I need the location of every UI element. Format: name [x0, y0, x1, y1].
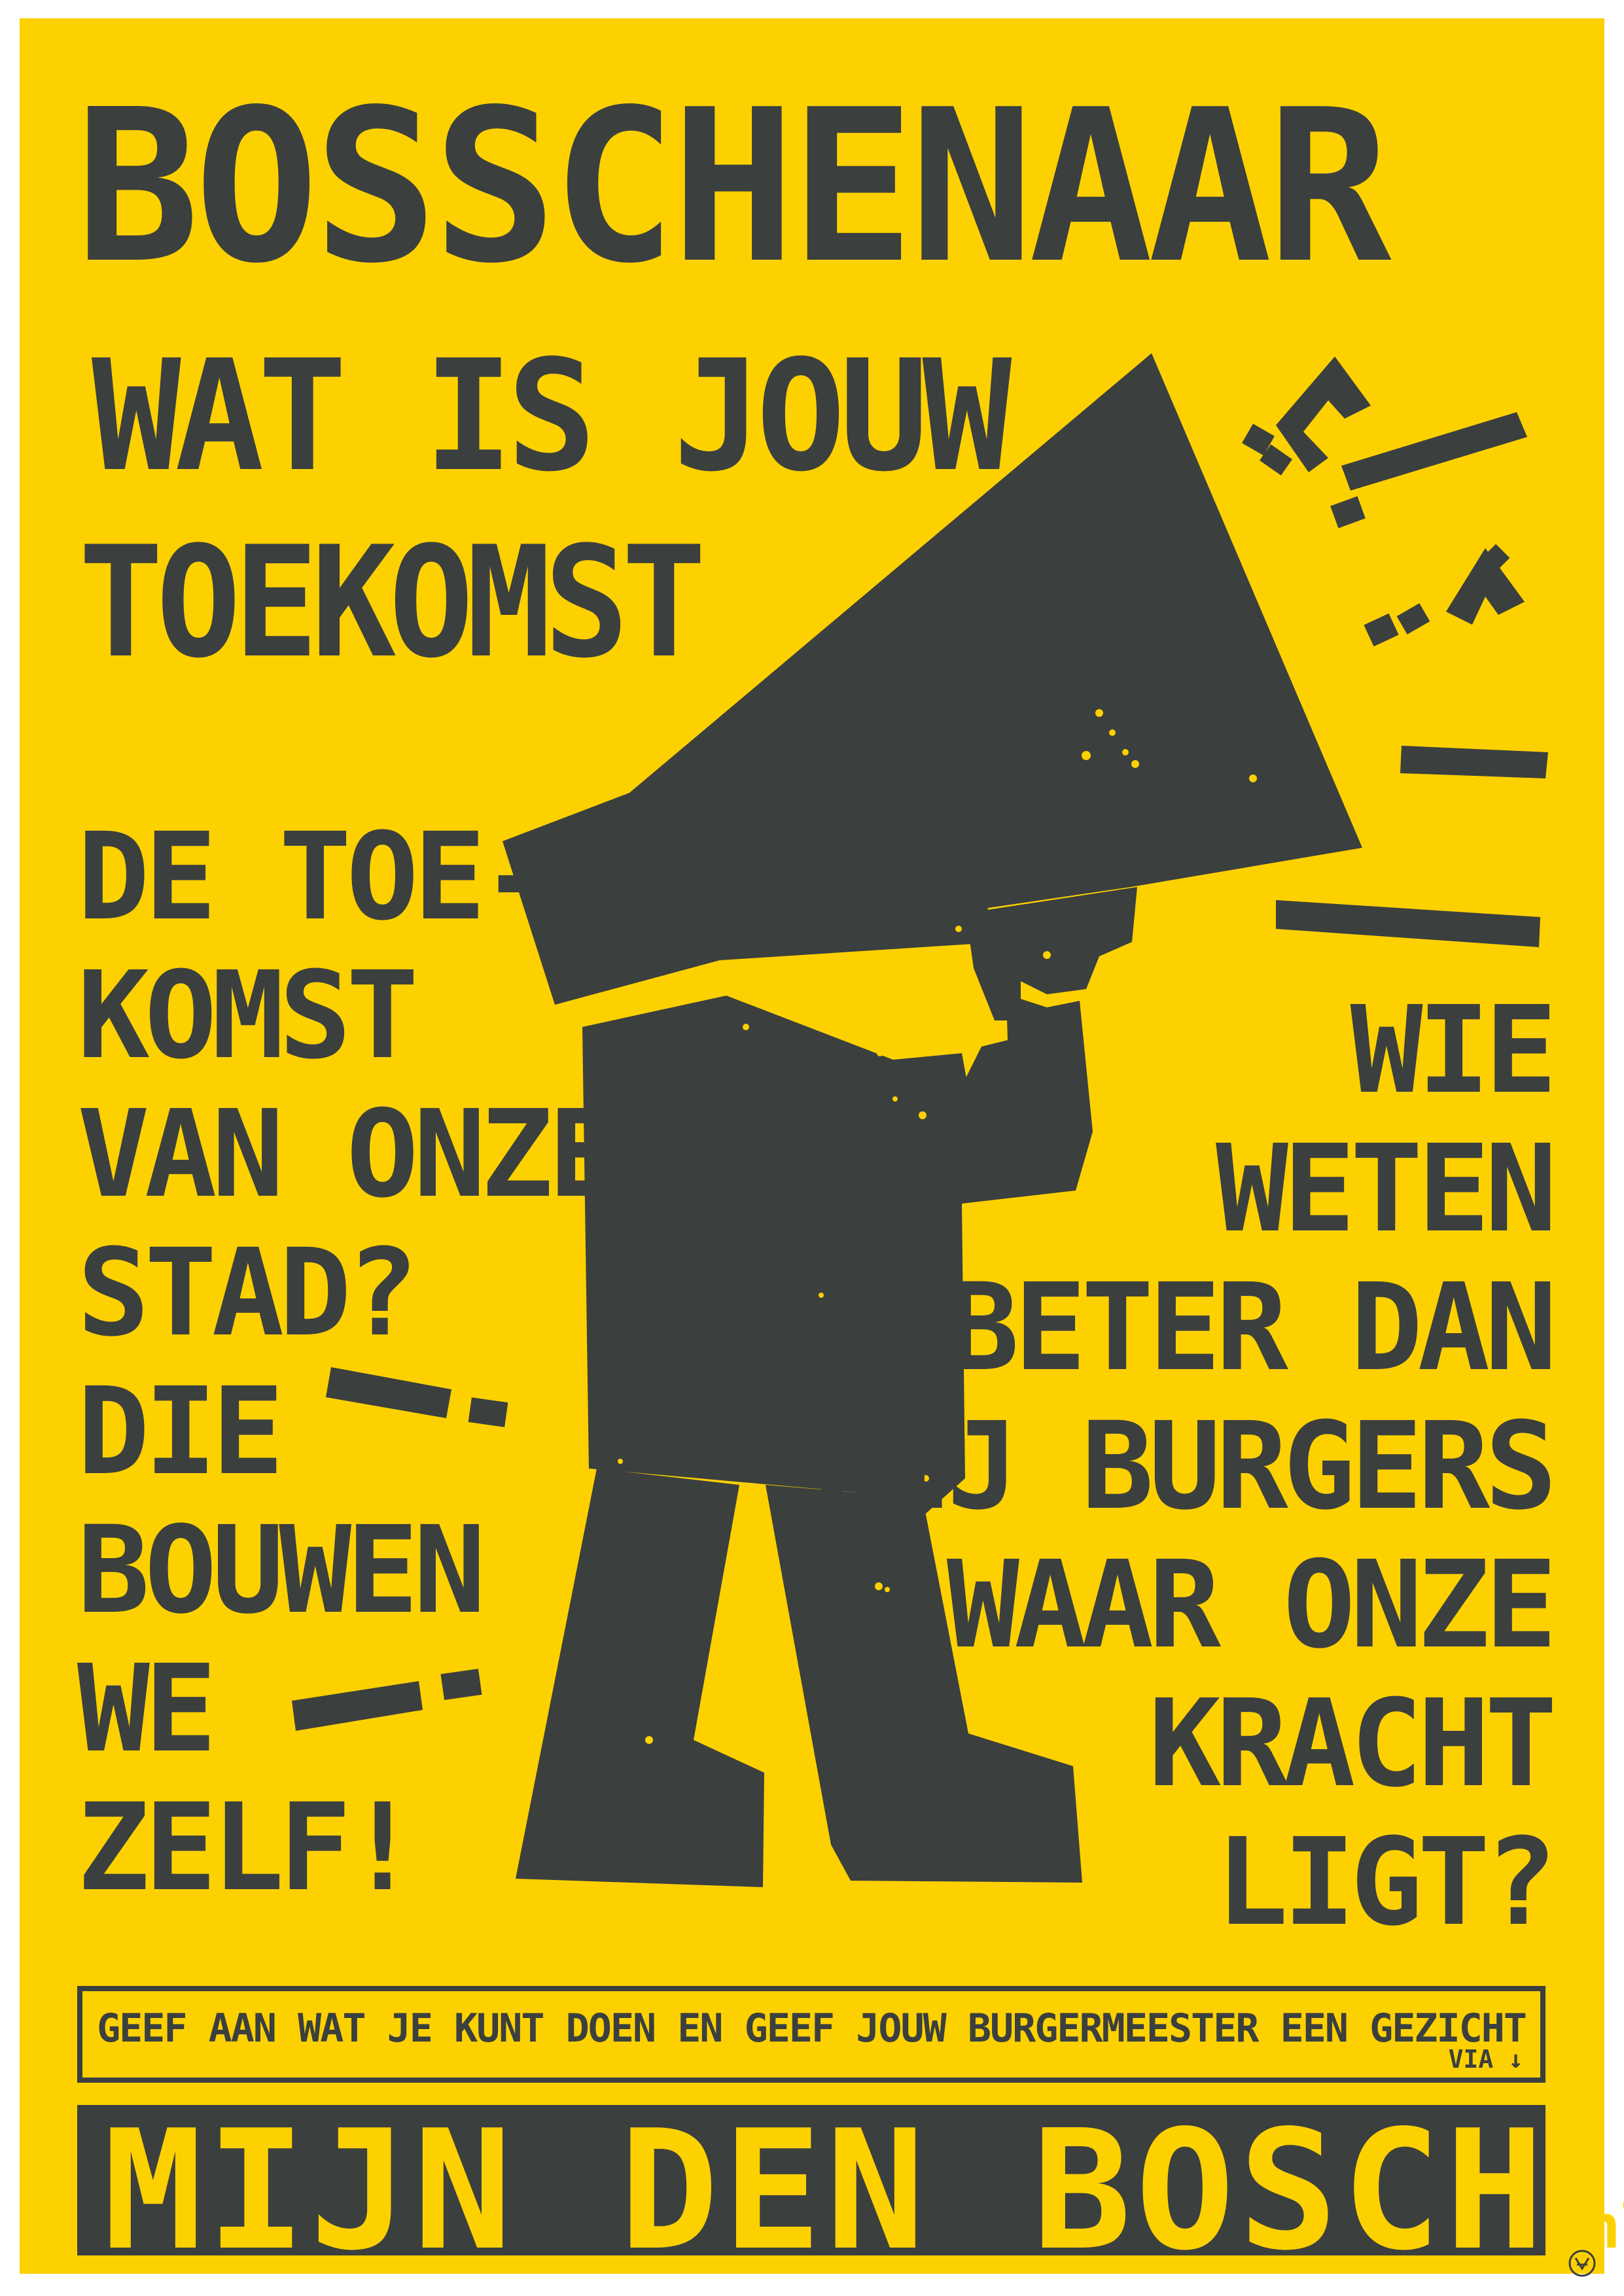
question-mark	[1276, 357, 1371, 472]
right-text-line: BETER DAN	[947, 1258, 1557, 1398]
exclamation-mark	[1341, 412, 1527, 491]
left-text-line: ZELF!	[77, 1778, 419, 1918]
left-text-line: BOUWEN	[77, 1501, 486, 1641]
right-text-line: KRACHT	[1148, 1674, 1557, 1814]
poster-title: BOSSCHENAAR	[75, 64, 1391, 309]
subtitle-line-1: WAT IS JOUW	[92, 328, 1012, 506]
poster: BOSSCHENAAR WAT IS JOUW TOEKOMST DE TOE-…	[0, 0, 1624, 2296]
exclamation-mark	[1276, 900, 1540, 947]
left-text-line: KOMST	[77, 946, 419, 1086]
via-label: VIA ↓	[1448, 2045, 1523, 2074]
left-text-block: DE TOE- KOMST VAN ONZE STAD? DIE BOUWEN …	[77, 807, 620, 1918]
left-text-line: WE	[77, 1639, 217, 1779]
left-text-line: DIE	[77, 1362, 284, 1502]
call-to-action-box: GEEF AAN WAT JE KUNT DOEN EN GEEF JOUW B…	[77, 1986, 1545, 2083]
right-text-line: WIJ BURGERS	[812, 1397, 1557, 1537]
right-text-line: WIE	[1350, 981, 1557, 1121]
designer-logo-mark-icon	[1568, 2250, 1596, 2277]
right-text-line: LIGT?	[1216, 1813, 1557, 1953]
call-to-action: GEEF AAN WAT JE KUNT DOEN EN GEEF JOUW B…	[97, 2006, 1527, 2051]
exclamation-mark	[1400, 746, 1548, 778]
left-text-line: STAD?	[77, 1223, 419, 1363]
left-text-line: DE TOE-	[77, 807, 553, 947]
website-link[interactable]: MIJN DEN BOSCH.nl	[103, 2109, 1624, 2274]
right-text-line: WETEN	[1216, 1119, 1557, 1259]
website-banner[interactable]: MIJN DEN BOSCH.nl	[77, 2105, 1624, 2274]
subtitle-line-2: TOEKOMST	[79, 514, 707, 692]
website-name: MIJN DEN BOSCH	[103, 2095, 1549, 2287]
left-text-line: VAN ONZE	[77, 1085, 620, 1225]
right-text-block: WIE WETEN BETER DAN WIJ BURGERS WAAR ONZ…	[812, 981, 1557, 1953]
right-text-line: WAAR ONZE	[947, 1535, 1557, 1675]
